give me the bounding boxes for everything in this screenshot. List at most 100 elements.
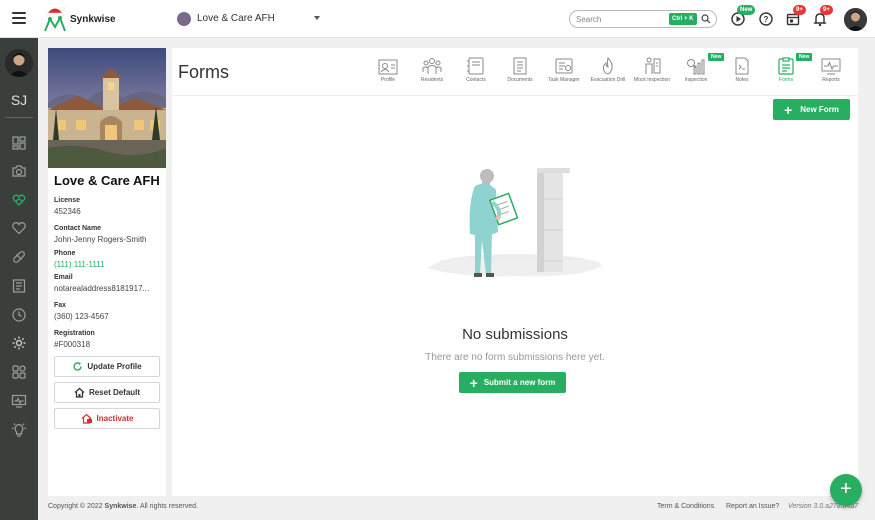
fax-label: Fax xyxy=(54,302,67,309)
help-icon[interactable]: ? xyxy=(758,11,774,27)
tab-label: Forms xyxy=(778,77,794,83)
report-icon[interactable] xyxy=(11,278,27,294)
plus-icon: + xyxy=(784,101,793,118)
report-issue-link[interactable]: Report an Issue? xyxy=(726,503,779,510)
menu-icon[interactable] xyxy=(12,12,26,24)
search-input[interactable] xyxy=(576,13,666,25)
gear-icon[interactable] xyxy=(11,335,27,351)
home-selector[interactable]: Love & Care AFH xyxy=(177,11,322,27)
camera-icon[interactable] xyxy=(11,163,27,179)
left-sidebar: SJ xyxy=(0,38,38,520)
tab-profile[interactable]: Profile xyxy=(366,55,410,95)
inactivate-button[interactable]: Inactivate xyxy=(54,408,160,429)
copyright: Copyright © 2022 Synkwise. All rights re… xyxy=(48,503,198,510)
home-avatar xyxy=(177,12,191,26)
license-value: 452346 xyxy=(54,207,81,216)
home-selector-label: Love & Care AFH xyxy=(197,13,275,24)
calendar-icon[interactable]: 9+ xyxy=(785,5,806,27)
tab-reports[interactable]: Reports xyxy=(809,55,853,95)
search-icon[interactable] xyxy=(701,14,711,24)
synkwise-logo xyxy=(42,5,68,33)
new-badge: New xyxy=(737,5,756,15)
forms-icon xyxy=(778,57,794,75)
email-label: Email xyxy=(54,274,73,281)
refresh-icon xyxy=(73,362,83,371)
tab-mock-inspection[interactable]: Mock Inspection xyxy=(630,55,674,95)
contact-name-label: Contact Name xyxy=(54,225,102,232)
task-manager-icon xyxy=(555,58,573,74)
home-icon xyxy=(74,387,85,398)
tab-label: Task Manager xyxy=(548,77,580,83)
svg-text:?: ? xyxy=(764,15,769,24)
tab-task-manager[interactable]: Task Manager xyxy=(542,55,586,95)
dashboard-icon[interactable] xyxy=(11,135,27,151)
update-profile-button[interactable]: Update Profile xyxy=(54,356,160,377)
mock-inspection-icon xyxy=(645,57,661,74)
bell-icon[interactable]: 9+ xyxy=(812,5,833,27)
house-off-icon xyxy=(81,413,92,424)
phone-label: Phone xyxy=(54,250,76,257)
phone-link[interactable]: (111) 111-1111 xyxy=(54,260,160,269)
tab-label: Notes xyxy=(735,77,749,83)
play-circle-icon[interactable]: New xyxy=(730,5,756,27)
residents-icon xyxy=(422,58,442,74)
tab-label: Contacts xyxy=(466,77,486,83)
submit-new-form-button[interactable]: + Submit a new form xyxy=(459,372,566,393)
tab-label: Profile xyxy=(380,77,396,83)
monitor-icon[interactable] xyxy=(11,393,27,409)
tab-label: Residents xyxy=(420,77,444,83)
footer: Copyright © 2022 Synkwise. All rights re… xyxy=(38,496,875,520)
tab-forms[interactable]: New Forms xyxy=(764,53,813,95)
new-form-label: New Form xyxy=(800,105,839,114)
home-photo xyxy=(48,48,166,168)
new-form-button[interactable]: + New Form xyxy=(773,99,850,120)
clock-icon[interactable] xyxy=(11,307,27,323)
tab-label: Mock Inspection xyxy=(633,77,671,83)
reports-icon xyxy=(821,58,841,75)
user-avatar[interactable] xyxy=(844,8,867,31)
empty-state-illustration xyxy=(428,168,602,277)
heart-icon[interactable] xyxy=(11,220,27,236)
empty-state: No submissions There are no form submiss… xyxy=(172,124,858,496)
reset-default-label: Reset Default xyxy=(88,388,141,397)
forms-panel: Forms Profile Residents Contacts Documen… xyxy=(172,48,858,496)
pill-icon[interactable] xyxy=(11,249,27,265)
search-shortcut: Ctrl + K xyxy=(669,13,697,25)
panel-toolbar xyxy=(172,96,858,124)
tab-contacts[interactable]: Contacts xyxy=(454,55,498,95)
reset-default-button[interactable]: Reset Default xyxy=(54,382,160,403)
contact-name-value: John-Jenny Rogers-Smith xyxy=(54,235,147,244)
add-fab-button[interactable]: + xyxy=(830,474,862,506)
tab-documents[interactable]: Documents xyxy=(498,55,542,95)
update-profile-label: Update Profile xyxy=(87,362,142,371)
page-title: Forms xyxy=(178,62,229,82)
inspection-icon xyxy=(687,59,705,75)
search-box[interactable]: Ctrl + K xyxy=(569,10,717,28)
tab-residents[interactable]: Residents xyxy=(410,55,454,95)
tab-evacuation-drill[interactable]: Evacuation Drill xyxy=(586,55,630,95)
empty-state-subtitle: There are no form submissions here yet. xyxy=(425,352,605,363)
copyright-prefix: Copyright © 2022 xyxy=(48,503,103,510)
submit-new-form-label: Submit a new form xyxy=(483,378,556,387)
tab-inspection[interactable]: New Inspection xyxy=(674,53,725,95)
tab-label: Inspection xyxy=(684,77,708,83)
calendar-count-badge: 9+ xyxy=(793,5,806,15)
empty-state-title: No submissions xyxy=(462,326,568,343)
apps-icon[interactable] xyxy=(11,364,27,380)
fire-icon xyxy=(602,57,613,75)
terms-link[interactable]: Term & Conditions xyxy=(657,503,714,510)
bulb-icon[interactable] xyxy=(11,422,27,438)
heart-hand-icon[interactable] xyxy=(11,192,27,208)
copyright-suffix: . All rights reserved. xyxy=(136,503,198,510)
sidebar-avatar[interactable] xyxy=(5,49,33,77)
email-value: notarealaddress8181917... xyxy=(54,284,150,293)
tab-label: Evacuation Drill xyxy=(590,77,626,83)
inactivate-label: Inactivate xyxy=(96,414,134,423)
panel-header: Forms Profile Residents Contacts Documen… xyxy=(172,48,858,96)
tab-notes[interactable]: Notes xyxy=(720,55,764,95)
tab-label: Documents xyxy=(507,77,533,83)
copyright-brand: Synkwise xyxy=(104,503,137,510)
plus-icon: + xyxy=(469,374,478,391)
user-initials: SJ xyxy=(10,92,28,108)
fax-value: (360) 123-4567 xyxy=(54,312,109,321)
